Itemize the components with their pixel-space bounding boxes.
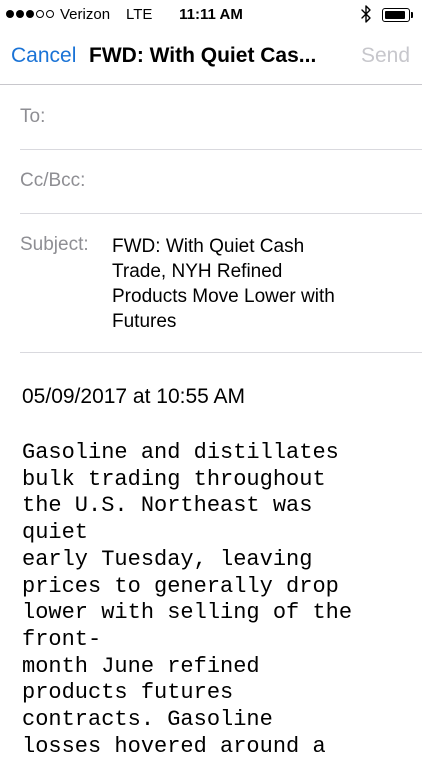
status-bar: Verizon LTE 11:11 AM [0, 0, 422, 32]
to-field[interactable]: To: [20, 86, 422, 150]
battery-icon [382, 8, 410, 22]
battery-tip [411, 12, 413, 18]
bluetooth-icon [361, 5, 371, 23]
message-date: 05/09/2017 at 10:55 AM [22, 385, 246, 408]
cc-bcc-label: Cc/Bcc: [20, 170, 86, 191]
subject-label: Subject: [20, 234, 89, 255]
compose-nav-bar: Cancel FWD: With Quiet Cas... Send [0, 32, 422, 85]
subject-field[interactable]: Subject: FWD: With Quiet Cash Trade, NYH… [20, 214, 422, 353]
cancel-button[interactable]: Cancel [11, 44, 76, 68]
message-body[interactable]: Gasoline and distillates bulk trading th… [22, 440, 422, 760]
send-button[interactable]: Send [361, 44, 410, 68]
cc-bcc-field[interactable]: Cc/Bcc: [20, 150, 422, 214]
compose-title: FWD: With Quiet Cas... [89, 44, 317, 67]
to-label: To: [20, 106, 46, 127]
battery-level [385, 11, 405, 19]
status-time: 11:11 AM [179, 6, 243, 23]
subject-value[interactable]: FWD: With Quiet Cash Trade, NYH Refined … [112, 234, 342, 334]
